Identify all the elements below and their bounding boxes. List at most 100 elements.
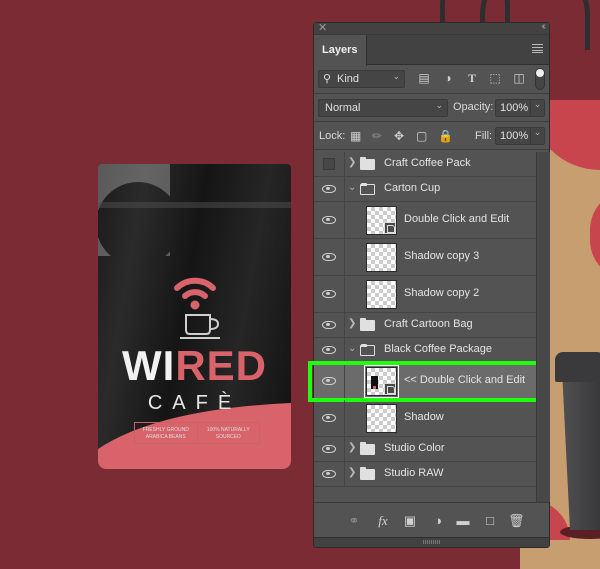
tagline-left: FRESHLY GROUND ARABICA BEANS: [142, 427, 189, 440]
layer-row-shadow-copy-2[interactable]: Shadow copy 2: [314, 276, 536, 313]
visibility-toggle[interactable]: [314, 363, 345, 399]
visibility-toggle[interactable]: [314, 202, 345, 238]
layer-row-craft-coffee-pack[interactable]: ❯ Craft Coffee Pack: [314, 152, 536, 177]
layer-name: Craft Cartoon Bag: [384, 318, 473, 330]
visibility-toggle[interactable]: [314, 400, 345, 436]
layer-name: Carton Cup: [384, 182, 441, 194]
chevron-right-icon[interactable]: ❯: [348, 442, 356, 453]
layer-row-double-click-and-edit[interactable]: Double Click and Edit: [314, 202, 536, 239]
lock-all-icon[interactable]: 🔒: [438, 129, 453, 143]
visibility-toggle[interactable]: [314, 177, 345, 201]
lock-artboard-icon[interactable]: ▢: [416, 129, 427, 143]
new-group-icon[interactable]: ▬: [455, 513, 471, 528]
add-mask-icon[interactable]: ▣: [402, 513, 418, 529]
visibility-toggle[interactable]: [314, 313, 345, 337]
lock-label: Lock:: [319, 130, 346, 142]
eye-icon[interactable]: [322, 185, 336, 193]
blend-mode-value: Normal: [325, 102, 361, 114]
layer-name: Double Click and Edit: [404, 213, 510, 225]
visibility-toggle[interactable]: [314, 338, 345, 362]
link-layers-icon[interactable]: ⚭: [346, 513, 362, 529]
delete-layer-icon[interactable]: 🗑: [508, 513, 525, 529]
opacity-input[interactable]: 100% ⌄: [495, 99, 545, 117]
folder-icon: [360, 318, 375, 331]
panel-footer-toolbar: ⚭ fx ▣ ◑ ▬ □ 🗑: [314, 502, 549, 537]
visibility-toggle[interactable]: [314, 276, 345, 312]
layer-row-black-coffee-package[interactable]: ⌄ Black Coffee Package: [314, 338, 536, 363]
chevron-right-icon[interactable]: ❯: [348, 157, 356, 168]
coffee-cup-lid: [555, 352, 600, 382]
opacity-label: Opacity:: [453, 101, 494, 113]
eye-icon[interactable]: [322, 290, 336, 298]
panel-menu-icon[interactable]: [532, 44, 543, 53]
fill-input[interactable]: 100% ⌄: [495, 127, 545, 145]
lock-image-pixels-icon[interactable]: ✏: [372, 129, 382, 143]
tab-layers[interactable]: Layers: [314, 35, 367, 66]
shape-layer-filter-icon[interactable]: ⬚: [488, 71, 502, 85]
brand-wordmark-red: RED: [175, 342, 267, 389]
lock-position-icon[interactable]: ✥: [394, 129, 404, 143]
visibility-toggle[interactable]: [314, 462, 345, 486]
smart-object-icon: [384, 222, 396, 234]
visibility-toggle[interactable]: [314, 437, 345, 461]
layers-panel: ✕ ‹‹ Layers ⚲ Kind ⌄ ▤ ◑ T ⬚ ◫ Normal ⌄ …: [308, 21, 550, 548]
chevron-down-icon[interactable]: ⌄: [530, 127, 544, 145]
visibility-toggle[interactable]: [314, 152, 345, 176]
eye-icon[interactable]: [322, 253, 336, 261]
eye-icon[interactable]: [322, 445, 336, 453]
chevron-down-icon[interactable]: ⌄: [348, 182, 356, 193]
layer-style-fx-icon[interactable]: fx: [375, 513, 391, 529]
layer-row-carton-cup[interactable]: ⌄ Carton Cup: [314, 177, 536, 202]
layer-thumbnail: [366, 280, 397, 309]
layer-row-craft-cartoon-bag[interactable]: ❯ Craft Cartoon Bag: [314, 313, 536, 338]
layer-name: Shadow: [404, 411, 444, 423]
adjustment-layer-filter-icon[interactable]: ◑: [441, 71, 455, 85]
layer-name: << Double Click and Edit: [404, 374, 526, 386]
pouch-thumbnail-preview: [371, 376, 378, 389]
visibility-off-box[interactable]: [323, 158, 335, 170]
layer-row-shadow[interactable]: Shadow: [314, 400, 536, 437]
layer-row-double-click-and-edit-selected[interactable]: << Double Click and Edit: [308, 361, 543, 402]
new-layer-icon[interactable]: □: [482, 513, 498, 528]
type-layer-filter-icon[interactable]: T: [465, 71, 479, 85]
smart-object-icon: [384, 383, 396, 395]
coffee-cup-icon: [180, 314, 220, 339]
eye-icon[interactable]: [322, 414, 336, 422]
eye-icon[interactable]: [322, 470, 336, 478]
lock-transparent-pixels-icon[interactable]: ▦: [350, 129, 361, 143]
eye-icon[interactable]: [322, 377, 336, 385]
layer-row-studio-raw[interactable]: ❯ Studio RAW: [314, 462, 536, 487]
chevron-right-icon[interactable]: ❯: [348, 318, 356, 329]
panel-resize-handle[interactable]: [314, 537, 549, 547]
brand-wordmark-white: WI: [122, 342, 176, 389]
visibility-toggle[interactable]: [314, 239, 345, 275]
eye-icon[interactable]: [322, 346, 336, 354]
layers-scrollbar[interactable]: [536, 152, 550, 502]
chevron-down-icon[interactable]: ⌄: [348, 343, 356, 354]
eye-icon[interactable]: [322, 321, 336, 329]
blend-opacity-row: Normal ⌄ Opacity: 100% ⌄: [314, 94, 549, 122]
layer-name: Studio Color: [384, 442, 445, 454]
blend-mode-select[interactable]: Normal ⌄: [318, 99, 448, 117]
chevron-down-icon[interactable]: ⌄: [530, 99, 544, 117]
chevron-down-icon: ⌄: [435, 100, 443, 110]
filter-toggle-switch[interactable]: [535, 68, 545, 90]
chevron-right-icon[interactable]: ❯: [348, 467, 356, 478]
panel-titlebar[interactable]: ✕ ‹‹: [314, 21, 549, 35]
filter-kind-select[interactable]: ⚲ Kind ⌄: [318, 70, 405, 88]
eye-icon[interactable]: [322, 216, 336, 224]
filter-kind-label: Kind: [337, 73, 360, 85]
layer-filter-row: ⚲ Kind ⌄ ▤ ◑ T ⬚ ◫: [314, 65, 549, 94]
pouch-zipper: [98, 202, 291, 208]
chevron-down-icon: ⌄: [392, 71, 400, 81]
adjustment-layer-icon[interactable]: ◑: [430, 513, 446, 528]
layer-row-shadow-copy-3[interactable]: Shadow copy 3: [314, 239, 536, 276]
wifi-icon: [174, 277, 216, 310]
smart-object-filter-icon[interactable]: ◫: [512, 71, 526, 85]
double-chevron-left-icon[interactable]: ‹‹: [541, 21, 545, 32]
folder-icon: [360, 157, 375, 170]
close-icon[interactable]: ✕: [318, 21, 327, 34]
pixel-layer-filter-icon[interactable]: ▤: [417, 71, 431, 85]
layer-row-studio-color[interactable]: ❯ Studio Color: [314, 437, 536, 462]
opacity-value: 100%: [500, 102, 529, 114]
